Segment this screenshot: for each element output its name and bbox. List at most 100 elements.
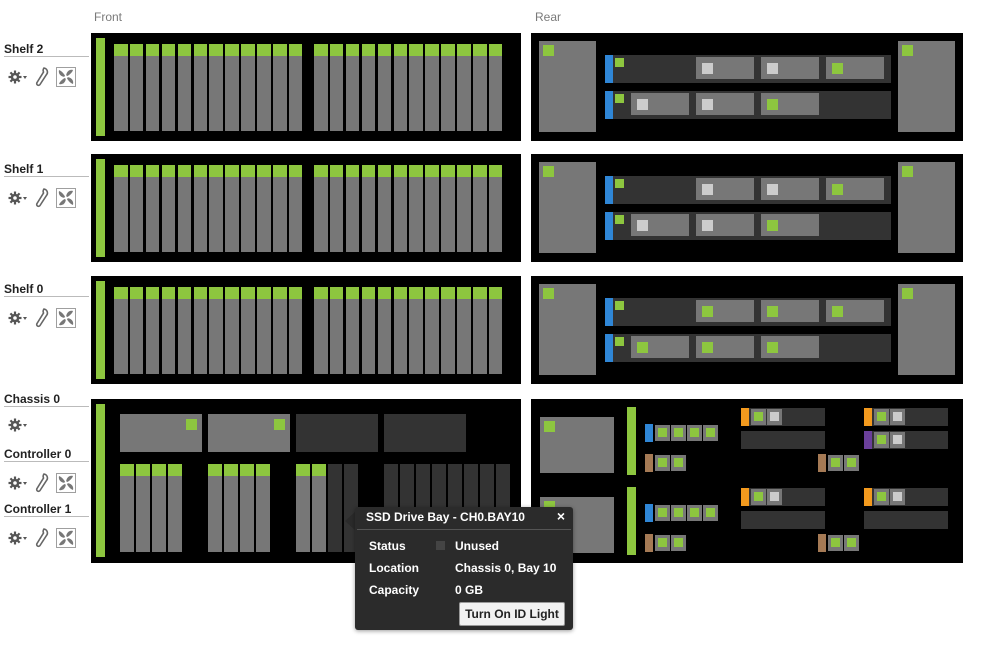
drive-bay[interactable]	[241, 287, 255, 374]
expansion-card-empty[interactable]	[864, 511, 948, 529]
drive-bay[interactable]	[241, 44, 255, 131]
drive-bay[interactable]	[425, 165, 439, 252]
ssd-drive-bay[interactable]	[240, 464, 254, 552]
drive-bay[interactable]	[114, 287, 128, 374]
drive-bay[interactable]	[257, 287, 271, 374]
drive-bay[interactable]	[209, 165, 223, 252]
wrench-icon[interactable]	[35, 308, 49, 328]
shelf-2-front-panel[interactable]	[91, 33, 521, 141]
nvram-bay[interactable]	[296, 414, 378, 452]
drive-bay[interactable]	[273, 165, 287, 252]
drive-bay[interactable]	[114, 44, 128, 131]
drive-bay[interactable]	[193, 44, 207, 131]
drive-bay[interactable]	[129, 287, 144, 374]
gear-icon[interactable]	[8, 476, 28, 490]
ssd-drive-bay[interactable]	[296, 464, 310, 552]
drive-bay[interactable]	[441, 44, 455, 131]
turn-on-id-light-button[interactable]: Turn On ID Light	[459, 602, 565, 626]
ssd-drive-bay[interactable]	[224, 464, 238, 552]
drive-bay[interactable]	[361, 44, 376, 131]
drive-bay[interactable]	[361, 287, 376, 374]
drive-bay[interactable]	[361, 165, 376, 252]
drive-bay[interactable]	[209, 44, 223, 131]
gear-icon[interactable]	[8, 191, 28, 205]
drive-bay[interactable]	[273, 287, 287, 374]
drive-bay[interactable]	[345, 287, 360, 374]
drive-bay[interactable]	[225, 44, 239, 131]
wrench-icon[interactable]	[35, 473, 49, 493]
drive-bay[interactable]	[273, 44, 287, 131]
drive-bay[interactable]	[473, 44, 487, 131]
drive-bay[interactable]	[193, 165, 207, 252]
drive-bay[interactable]	[457, 165, 471, 252]
drive-bay[interactable]	[177, 165, 192, 252]
drive-bay[interactable]	[209, 287, 223, 374]
drive-bay[interactable]	[377, 165, 392, 252]
drive-bay[interactable]	[145, 44, 160, 131]
shelf-1-front-panel[interactable]	[91, 154, 521, 262]
drive-bay[interactable]	[288, 287, 303, 374]
drive-bay[interactable]	[288, 44, 303, 131]
gear-icon[interactable]	[8, 418, 28, 432]
drive-bay[interactable]	[393, 165, 407, 252]
ssd-drive-bay[interactable]	[168, 464, 182, 552]
expansion-card-empty[interactable]	[741, 511, 825, 529]
close-icon[interactable]: ×	[557, 508, 565, 524]
fan-icon[interactable]	[56, 188, 76, 208]
drive-bay[interactable]	[409, 287, 423, 374]
gear-icon[interactable]	[8, 311, 28, 325]
ssd-drive-bay[interactable]	[152, 464, 166, 552]
drive-bay[interactable]	[145, 287, 160, 374]
drive-bay[interactable]	[473, 165, 487, 252]
ssd-drive-bay[interactable]	[136, 464, 150, 552]
drive-bay[interactable]	[161, 287, 176, 374]
wrench-icon[interactable]	[35, 67, 49, 87]
wrench-icon[interactable]	[35, 188, 49, 208]
drive-bay[interactable]	[241, 165, 255, 252]
expansion-card-empty[interactable]	[741, 431, 825, 449]
shelf-2-rear-panel[interactable]	[531, 33, 963, 141]
drive-bay[interactable]	[457, 44, 471, 131]
drive-bay[interactable]	[129, 44, 144, 131]
nvram-bay[interactable]	[384, 414, 466, 452]
drive-bay[interactable]	[441, 287, 455, 374]
shelf-1-rear-panel[interactable]	[531, 154, 963, 262]
ssd-drive-bay[interactable]	[328, 464, 342, 552]
drive-bay[interactable]	[225, 165, 239, 252]
drive-bay[interactable]	[288, 165, 303, 252]
drive-bay[interactable]	[193, 287, 207, 374]
drive-bay[interactable]	[457, 287, 471, 374]
gear-icon[interactable]	[8, 531, 28, 545]
ssd-drive-bay[interactable]	[120, 464, 134, 552]
drive-bay[interactable]	[425, 287, 439, 374]
drive-bay[interactable]	[129, 165, 144, 252]
gear-icon[interactable]	[8, 70, 28, 84]
drive-bay[interactable]	[425, 44, 439, 131]
fan-icon[interactable]	[56, 67, 76, 87]
drive-bay[interactable]	[409, 165, 423, 252]
drive-bay[interactable]	[329, 287, 344, 374]
fan-icon[interactable]	[56, 473, 76, 493]
ssd-drive-bay[interactable]	[256, 464, 270, 552]
drive-bay[interactable]	[161, 44, 176, 131]
drive-bay[interactable]	[473, 287, 487, 374]
drive-bay[interactable]	[488, 165, 503, 252]
drive-bay[interactable]	[441, 165, 455, 252]
wrench-icon[interactable]	[35, 528, 49, 548]
ssd-drive-bay[interactable]	[208, 464, 222, 552]
drive-bay[interactable]	[177, 287, 192, 374]
drive-bay[interactable]	[393, 287, 407, 374]
drive-bay[interactable]	[225, 287, 239, 374]
drive-bay[interactable]	[329, 165, 344, 252]
drive-bay[interactable]	[488, 44, 503, 131]
drive-bay[interactable]	[345, 165, 360, 252]
drive-bay[interactable]	[377, 44, 392, 131]
drive-bay[interactable]	[345, 44, 360, 131]
drive-bay[interactable]	[393, 44, 407, 131]
fan-icon[interactable]	[56, 528, 76, 548]
ssd-drive-bay[interactable]	[312, 464, 326, 552]
drive-bay[interactable]	[329, 44, 344, 131]
fan-icon[interactable]	[56, 308, 76, 328]
drive-bay[interactable]	[177, 44, 192, 131]
drive-bay[interactable]	[257, 44, 271, 131]
